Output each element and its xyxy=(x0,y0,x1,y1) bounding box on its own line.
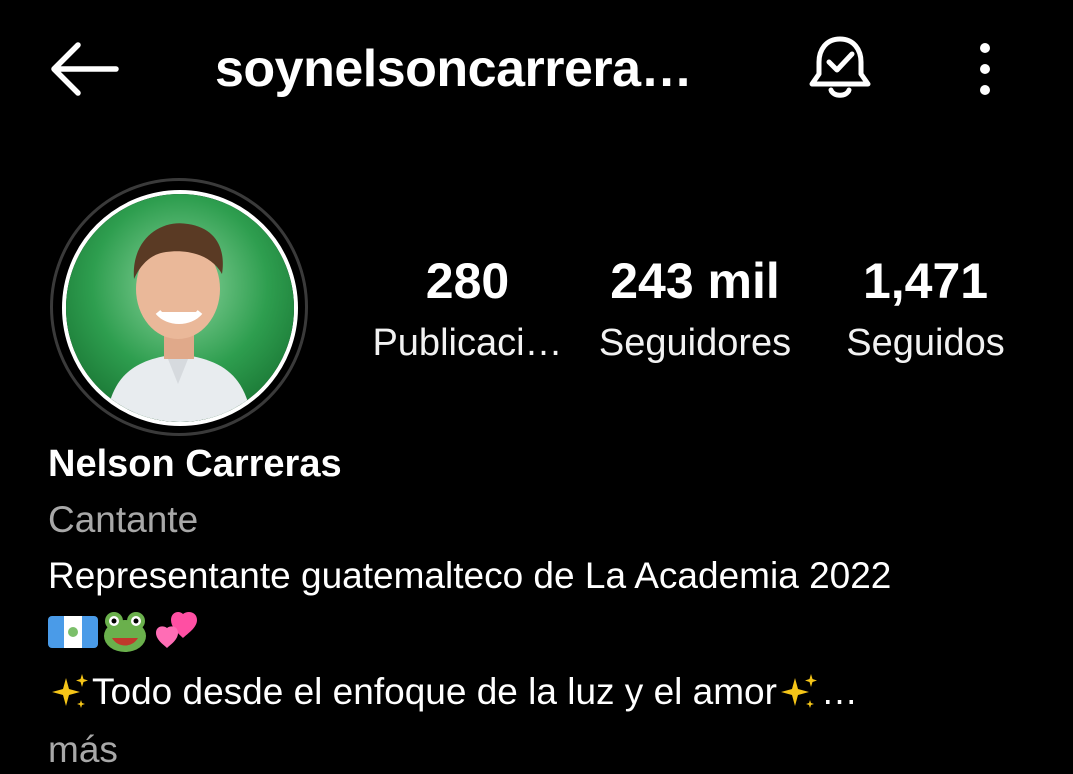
profile-photo xyxy=(66,194,294,422)
frog-face-icon xyxy=(104,612,147,652)
following-count: 1,471 xyxy=(862,253,989,309)
followers-count: 243 mil xyxy=(610,253,780,309)
back-arrow-icon[interactable] xyxy=(44,38,122,100)
bio-text: Todo desde el enfoque de la luz y el amo… xyxy=(92,671,777,712)
guatemala-flag-icon xyxy=(48,616,98,648)
profile-name: Nelson Carreras xyxy=(48,443,342,485)
sparkles-icon xyxy=(52,674,88,709)
bio-line: Representante guatemalteco de La Academi… xyxy=(48,555,892,596)
posts-label: Publicaci… xyxy=(372,322,563,364)
notification-bell-icon[interactable] xyxy=(802,32,878,104)
posts-stat[interactable]: 280 Publicaci… xyxy=(360,250,575,368)
followers-stat[interactable]: 243 mil Seguidores xyxy=(585,250,805,368)
profile-username: soynelsoncarrera… xyxy=(215,40,693,98)
two-hearts-icon xyxy=(155,612,197,648)
bio-more-link[interactable]: más xyxy=(48,726,118,774)
following-label: Seguidos xyxy=(846,322,1005,364)
bio-line: Todo desde el enfoque de la luz y el amo… xyxy=(48,668,858,716)
truncation-ellipsis: … xyxy=(820,671,858,712)
posts-count: 280 xyxy=(425,253,510,309)
bio-emoji-row xyxy=(48,610,201,658)
top-bar: soynelsoncarrera… xyxy=(0,0,1073,135)
profile-category: Cantante xyxy=(48,499,199,540)
followers-label: Seguidores xyxy=(598,322,792,364)
more-options-icon[interactable] xyxy=(962,36,1008,102)
following-stat[interactable]: 1,471 Seguidos xyxy=(828,250,1023,368)
sparkles-icon xyxy=(780,674,817,709)
avatar[interactable] xyxy=(62,190,298,426)
